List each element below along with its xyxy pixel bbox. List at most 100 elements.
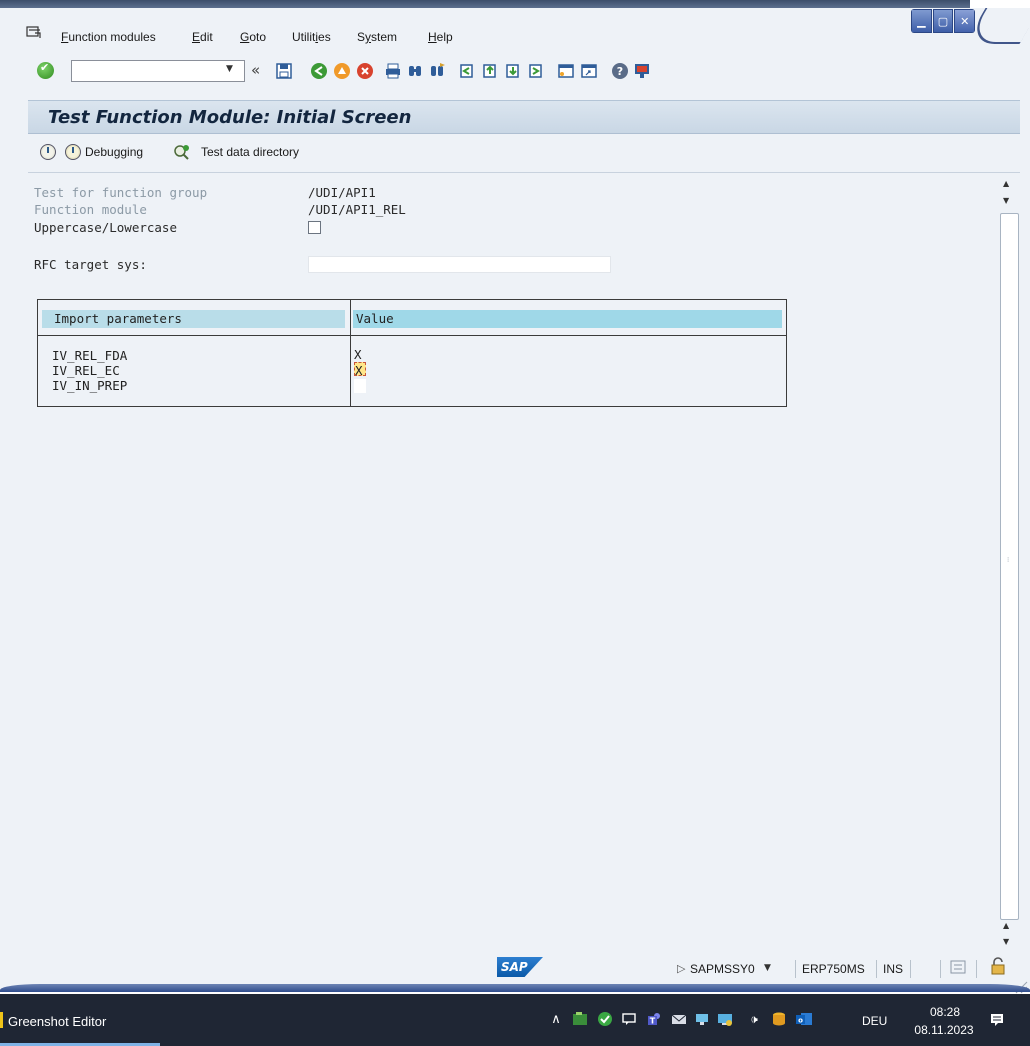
param-name-iv-rel-fda: IV_REL_FDA [52, 348, 128, 363]
menu-mnemonic: H [428, 30, 437, 44]
debugging-button[interactable]: Debugging [65, 144, 143, 160]
window-top-frame [0, 0, 1030, 8]
test-data-directory-label: Test data directory [201, 145, 300, 159]
layout-icon[interactable] [633, 62, 651, 80]
rfc-target-input[interactable] [308, 256, 611, 273]
menu-help[interactable]: Help [428, 30, 453, 44]
status-program: SAPMSSY0 [690, 962, 755, 976]
first-page-icon[interactable] [458, 62, 476, 80]
test-data-directory-icon [174, 145, 189, 160]
tray-network-icon[interactable] [693, 1010, 711, 1028]
help-icon[interactable]: ? [611, 62, 629, 80]
menu-label-pre: S [357, 30, 366, 44]
menu-goto[interactable]: Goto [240, 30, 266, 44]
tray-check-icon[interactable] [596, 1010, 614, 1028]
command-field[interactable] [71, 60, 245, 82]
menu-label-pre: Utilit [292, 30, 316, 44]
shortcut-icon[interactable] [580, 62, 598, 80]
uppercase-lowercase-label: Uppercase/Lowercase [34, 220, 177, 235]
tray-greenshot-icon[interactable] [571, 1010, 589, 1028]
tray-chat-icon[interactable] [620, 1010, 638, 1028]
scroll-down-arrow-icon[interactable]: ▼ [1003, 937, 1009, 946]
window-bottom-frame [0, 984, 1030, 992]
status-insert-mode: INS [883, 962, 904, 976]
previous-page-icon[interactable] [481, 62, 499, 80]
tray-display-icon[interactable] [716, 1010, 734, 1028]
cancel-icon[interactable] [356, 62, 374, 80]
scroll-up-arrow-icon[interactable]: ▲ [1003, 179, 1009, 188]
status-separator [976, 960, 977, 978]
svg-text:T: T [650, 1017, 656, 1026]
back-icon[interactable] [310, 62, 328, 80]
tray-time[interactable]: 08:28 [920, 1005, 970, 1019]
enter-icon[interactable] [37, 61, 54, 79]
debugging-label: Debugging [85, 145, 144, 159]
test-data-directory-button[interactable]: Test data directory [173, 144, 299, 160]
minimize-button[interactable]: ▁ [911, 9, 932, 33]
tray-language[interactable]: DEU [862, 1014, 887, 1028]
lock-icon[interactable] [990, 957, 1006, 975]
next-page-icon[interactable] [504, 62, 522, 80]
execute-button[interactable] [40, 144, 56, 160]
function-group-label: Test for function group [34, 185, 208, 200]
find-icon[interactable] [406, 62, 424, 80]
column-header-label: Value [356, 311, 394, 326]
window-controls: ▁ ▢ ✕ [911, 9, 975, 33]
menu-label: dit [200, 30, 213, 44]
scrollbar-grip-icon: ⁞ [1007, 556, 1010, 564]
function-group-value: /UDI/API1 [308, 185, 376, 200]
menu-mnemonic: G [240, 30, 250, 44]
create-session-icon[interactable] [557, 62, 575, 80]
status-separator [876, 960, 877, 978]
rfc-target-label: RFC target sys: [34, 257, 147, 272]
tray-overflow-chevron-icon[interactable]: ∧ [547, 1010, 565, 1028]
maximize-button[interactable]: ▢ [932, 9, 954, 33]
notification-center-icon[interactable] [989, 1012, 1005, 1028]
execute-clock-icon [40, 144, 56, 160]
status-layout-icon[interactable] [950, 960, 966, 974]
tray-volume-icon[interactable]: 🕩 [741, 1010, 767, 1028]
param-value-iv-rel-ec[interactable]: X [354, 362, 366, 378]
taskbar-app-icon [0, 1012, 3, 1028]
print-icon[interactable] [384, 62, 402, 80]
status-dropdown-icon[interactable]: ▼ [764, 963, 771, 973]
param-value-iv-rel-fda[interactable]: X [354, 347, 366, 362]
tray-teams-icon[interactable]: T [645, 1010, 663, 1028]
column-header-label: Import parameters [54, 311, 182, 326]
last-page-icon[interactable] [527, 62, 545, 80]
command-dropdown-icon[interactable]: ▼ [226, 64, 233, 74]
column-divider [350, 300, 351, 406]
tray-outlook-icon[interactable]: o [795, 1010, 813, 1028]
param-value-iv-in-prep[interactable] [354, 379, 366, 393]
svg-text:o: o [798, 1017, 803, 1025]
menu-label: unction modules [68, 30, 156, 44]
menu-icon[interactable] [26, 26, 42, 40]
tray-database-icon[interactable] [770, 1010, 788, 1028]
menu-system[interactable]: System [357, 30, 397, 44]
save-icon[interactable] [275, 62, 293, 80]
menu-label: elp [436, 30, 453, 44]
header-divider [38, 335, 786, 336]
svg-text:?: ? [617, 65, 623, 78]
menu-mnemonic: E [192, 30, 201, 44]
param-name-iv-in-prep: IV_IN_PREP [52, 378, 128, 393]
column-header-import-parameters: Import parameters [42, 310, 345, 328]
tray-mail-icon[interactable] [670, 1010, 688, 1028]
function-module-label: Function module [34, 202, 147, 217]
import-parameters-table: Import parameters Value IV_REL_FDA X IV_… [37, 299, 787, 407]
status-separator [795, 960, 796, 978]
menu-utilities[interactable]: Utilities [292, 30, 331, 44]
tray-date[interactable]: 08.11.2023 [904, 1023, 984, 1037]
menu-edit[interactable]: Edit [192, 30, 213, 44]
exit-icon[interactable] [333, 62, 351, 80]
scroll-up-arrow-icon[interactable]: ▲ [1003, 921, 1009, 930]
menu-function-modules[interactable]: Function modules [61, 30, 156, 44]
find-next-icon[interactable] [428, 62, 446, 80]
close-button[interactable]: ✕ [954, 9, 975, 33]
status-expand-icon[interactable]: ▷ [677, 962, 685, 975]
uppercase-lowercase-checkbox[interactable] [308, 221, 321, 234]
scroll-down-arrow-icon[interactable]: ▼ [1003, 196, 1009, 205]
function-module-value: /UDI/API1_REL [308, 202, 406, 217]
scrollbar-thumb[interactable] [1000, 213, 1019, 920]
collapse-command-icon[interactable]: « [251, 61, 260, 79]
